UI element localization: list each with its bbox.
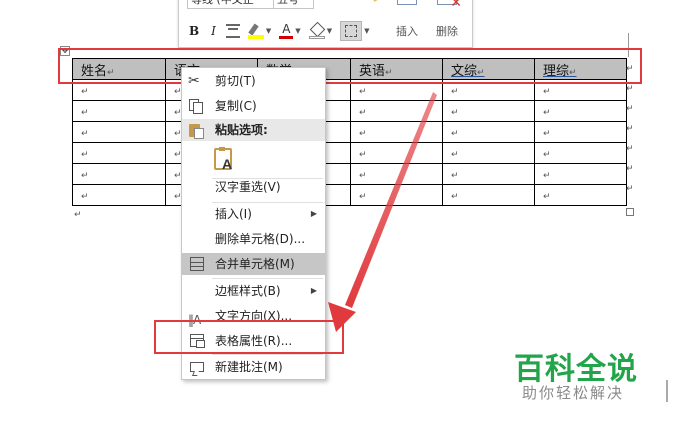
arrow-shaft: [345, 92, 437, 308]
watermark-subtitle: 助你轻松解决: [522, 384, 625, 402]
scrollbar-fragment: [666, 380, 668, 402]
